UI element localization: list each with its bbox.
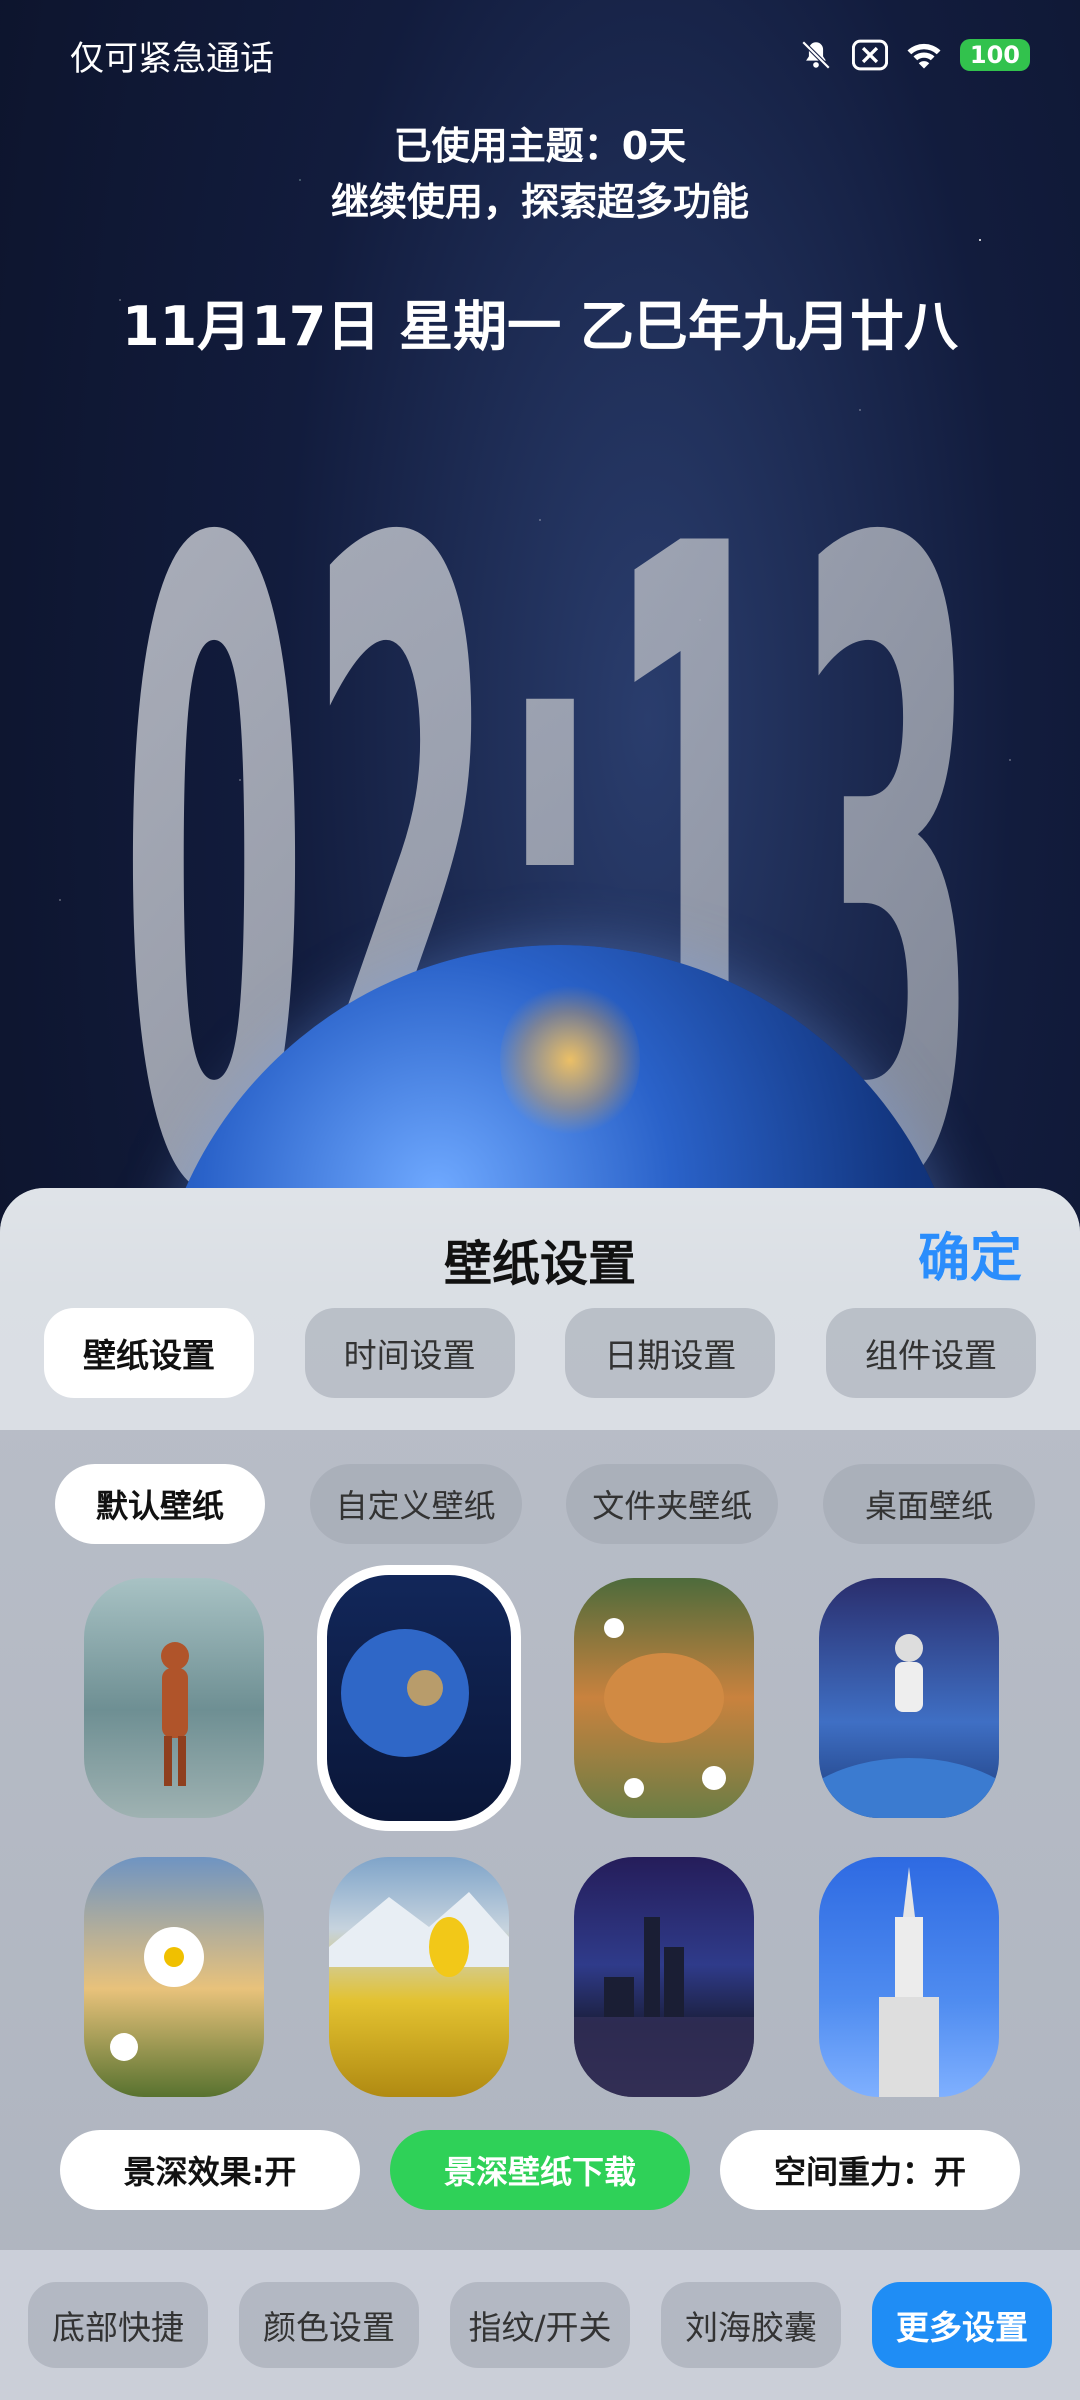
battery-indicator: 100 xyxy=(959,39,1030,71)
wifi-icon xyxy=(906,37,942,73)
settings-tabs: 壁纸设置 时间设置 日期设置 组件设置 xyxy=(44,1308,1036,1398)
space-gravity-toggle[interactable]: 空间重力：开 xyxy=(720,2130,1020,2210)
wallpaper-settings-panel: 壁纸设置 确定 壁纸设置 时间设置 日期设置 组件设置 默认壁纸 自定义壁纸 文… xyxy=(0,1188,1080,2400)
promo-line-2: 继续使用，探索超多功能 xyxy=(330,180,749,224)
promo-line-1: 已使用主题：0天 xyxy=(393,124,687,168)
carrier-text: 仅可紧急通话 xyxy=(70,38,274,79)
tab-time-settings[interactable]: 时间设置 xyxy=(304,1308,515,1398)
depth-effect-toggle[interactable]: 景深效果:开 xyxy=(60,2130,360,2210)
bottom-settings-bar: 底部快捷 颜色设置 指纹/开关 刘海胶囊 更多设置 xyxy=(0,2250,1080,2400)
astronaut-space-thumb[interactable] xyxy=(819,1578,999,1818)
tab-default-wallpaper[interactable]: 默认壁纸 xyxy=(55,1464,265,1544)
wallpaper-grid xyxy=(84,1565,1000,2097)
tab-color-settings[interactable]: 颜色设置 xyxy=(239,2282,419,2368)
tab-folder-wallpaper[interactable]: 文件夹壁纸 xyxy=(566,1464,779,1544)
astronaut-forest-thumb[interactable] xyxy=(84,1578,264,1818)
theme-promo: 已使用主题：0天 继续使用，探索超多功能 xyxy=(0,118,1080,230)
depth-wallpaper-download-button[interactable]: 景深壁纸下载 xyxy=(390,2130,690,2210)
status-icons: 100 xyxy=(798,37,1030,73)
tab-notch-capsule[interactable]: 刘海胶囊 xyxy=(661,2282,841,2368)
status-bar: 仅可紧急通话 100 xyxy=(70,30,1030,80)
tab-custom-wallpaper[interactable]: 自定义壁纸 xyxy=(309,1464,522,1544)
tab-desktop-wallpaper[interactable]: 桌面壁纸 xyxy=(822,1464,1035,1544)
tab-fingerprint-switch[interactable]: 指纹/开关 xyxy=(450,2282,630,2368)
daisy-sunset-thumb[interactable] xyxy=(84,1857,264,2097)
city-lights-glow xyxy=(500,980,640,1140)
confirm-button[interactable]: 确定 xyxy=(918,1216,1022,1291)
tab-widget-settings[interactable]: 组件设置 xyxy=(825,1308,1036,1398)
city-night-thumb[interactable] xyxy=(574,1857,754,2097)
wallpaper-source-tabs: 默认壁纸 自定义壁纸 文件夹壁纸 桌面壁纸 xyxy=(55,1464,1035,1544)
tab-bottom-shortcuts[interactable]: 底部快捷 xyxy=(28,2282,208,2368)
tulips-mountain-thumb[interactable] xyxy=(329,1857,509,2097)
earth-thumb[interactable] xyxy=(317,1565,521,1831)
more-settings-button[interactable]: 更多设置 xyxy=(872,2282,1052,2368)
cat-flowers-thumb[interactable] xyxy=(574,1578,754,1818)
tab-date-settings[interactable]: 日期设置 xyxy=(565,1308,776,1398)
tab-wallpaper-settings[interactable]: 壁纸设置 xyxy=(44,1308,254,1398)
tower-sky-thumb[interactable] xyxy=(819,1857,999,2097)
close-box-icon xyxy=(851,37,888,73)
effect-toggles: 景深效果:开 景深壁纸下载 空间重力：开 xyxy=(60,2130,1020,2210)
bell-muted-icon xyxy=(798,37,834,73)
